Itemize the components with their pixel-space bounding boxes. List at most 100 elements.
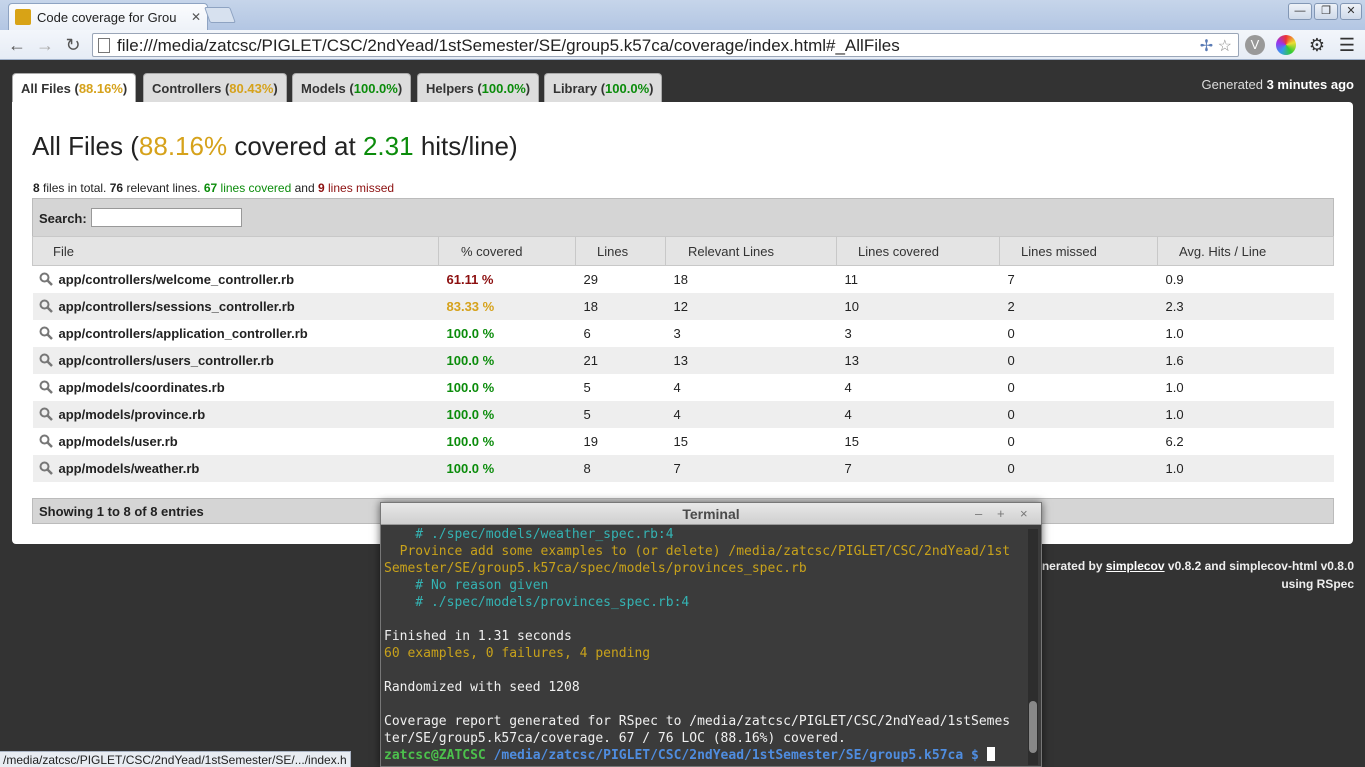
terminal-prompt[interactable]: zatcsc@ZATCSC /media/zatcsc/PIGLET/CSC/2… [384, 747, 1026, 764]
file-name-link[interactable]: app/models/coordinates.rb [32, 373, 439, 401]
new-tab-button[interactable] [204, 7, 236, 23]
prompt-user: zatcsc@ZATCSC [384, 748, 486, 763]
settings-gear-icon[interactable]: ⚙ [1306, 34, 1328, 56]
summary-and: and [294, 181, 315, 195]
col-file[interactable]: File [32, 236, 439, 266]
terminal-line: Finished in 1.31 seconds [384, 629, 572, 644]
table-row: app/controllers/welcome_controller.rb 61.… [32, 265, 1334, 293]
terminal-line: 60 examples, 0 failures, 4 pending [384, 646, 651, 661]
lines-missed-cell: 2 [999, 292, 1158, 320]
tab-pct: 100.0% [605, 81, 650, 96]
file-name-link[interactable]: app/models/weather.rb [32, 454, 439, 482]
terminal-output[interactable]: # ./spec/models/weather_spec.rb:4 Provin… [384, 526, 1026, 766]
file-name[interactable]: app/models/province.rb [59, 407, 206, 422]
lines-cell: 18 [575, 292, 666, 320]
tab-helpers[interactable]: Helpers (100.0%) [417, 73, 540, 102]
browser-tab-title: Code coverage for Grou [37, 9, 177, 25]
file-name-link[interactable]: app/controllers/users_controller.rb [32, 346, 439, 374]
close-icon[interactable]: × [1020, 506, 1028, 521]
maximize-icon[interactable]: + [997, 506, 1005, 521]
tab-library[interactable]: Library (100.0%) [544, 73, 663, 102]
terminal-window[interactable]: Terminal – + × # ./spec/models/weather_s… [380, 502, 1042, 767]
file-name[interactable]: app/models/weather.rb [59, 461, 200, 476]
file-table: File % covered Lines Relevant Lines Line… [32, 236, 1334, 482]
color-picker-icon[interactable] [1276, 35, 1296, 55]
terminal-titlebar[interactable]: Terminal – + × [381, 503, 1041, 525]
tab-pct: 80.43% [229, 81, 274, 96]
file-name[interactable]: app/controllers/users_controller.rb [59, 353, 274, 368]
tab-pct: 100.0% [481, 81, 526, 96]
scrollbar-thumb[interactable] [1029, 701, 1037, 753]
file-name-link[interactable]: app/controllers/welcome_controller.rb [32, 265, 439, 293]
tab-models[interactable]: Models (100.0%) [292, 73, 412, 102]
magnifier-icon[interactable] [39, 380, 53, 394]
pct-covered-cell: 100.0 % [438, 373, 576, 401]
terminal-line: Semester/SE/group5.k57ca/spec/models/pro… [384, 561, 807, 576]
magnifier-icon[interactable] [39, 326, 53, 340]
magnifier-icon[interactable] [39, 353, 53, 367]
simplecov-link[interactable]: simplecov [1106, 559, 1165, 573]
lines-covered-cell: 7 [836, 454, 1000, 482]
tab-controllers[interactable]: Controllers (80.43%) [143, 73, 287, 102]
close-tab-icon[interactable]: ✕ [191, 10, 201, 24]
terminal-line: Coverage report generated for RSpec to /… [384, 714, 1011, 729]
magnifier-icon[interactable] [39, 299, 53, 313]
forward-icon[interactable]: → [34, 34, 56, 56]
file-name[interactable]: app/models/user.rb [59, 434, 178, 449]
minimize-icon[interactable]: – [975, 506, 982, 521]
magnifier-icon[interactable] [39, 434, 53, 448]
lines-cell: 21 [575, 346, 666, 374]
file-name[interactable]: app/controllers/welcome_controller.rb [59, 272, 295, 287]
file-name[interactable]: app/controllers/sessions_controller.rb [59, 299, 295, 314]
back-icon[interactable]: ← [6, 34, 28, 56]
avg-hits-cell: 1.0 [1157, 373, 1334, 401]
file-name[interactable]: app/controllers/application_controller.r… [59, 326, 308, 341]
magnifier-icon[interactable] [39, 461, 53, 475]
menu-icon[interactable]: ☰ [1336, 34, 1358, 56]
terminal-scrollbar[interactable] [1028, 529, 1038, 765]
footer-line2: using RSpec [1281, 577, 1354, 591]
file-name-link[interactable]: app/models/user.rb [32, 427, 439, 455]
summary-covered-text: lines covered [220, 181, 292, 195]
pct-covered-cell: 100.0 % [438, 454, 576, 482]
close-window-icon[interactable]: ✕ [1340, 3, 1362, 20]
tab-label: Helpers [426, 81, 474, 96]
table-row: app/controllers/sessions_controller.rb 83… [32, 292, 1334, 320]
minimize-icon[interactable]: — [1288, 3, 1312, 20]
reload-icon[interactable]: ↻ [62, 34, 84, 56]
status-url-bubble: /media/zatcsc/PIGLET/CSC/2ndYead/1stSeme… [0, 751, 351, 767]
tab-all-files[interactable]: All Files (88.16%) [12, 73, 137, 104]
url-text[interactable]: file:///media/zatcsc/PIGLET/CSC/2ndYead/… [117, 36, 900, 56]
bookmark-star-icon[interactable]: ✢ ☆ [1200, 36, 1232, 56]
lines-covered-cell: 10 [836, 292, 1000, 320]
magnifier-icon[interactable] [39, 272, 53, 286]
col-lines[interactable]: Lines [575, 236, 666, 266]
browser-tab-active[interactable]: Code coverage for Grou ✕ [8, 3, 208, 30]
col-lines-missed[interactable]: Lines missed [999, 236, 1158, 266]
address-bar[interactable]: file:///media/zatcsc/PIGLET/CSC/2ndYead/… [92, 33, 1239, 57]
search-input[interactable] [91, 208, 242, 227]
title-hits: 2.31 [362, 131, 414, 161]
col-avg-hits[interactable]: Avg. Hits / Line [1157, 236, 1334, 266]
title-suffix: hits/line) [420, 131, 518, 161]
restore-icon[interactable]: ❐ [1314, 3, 1338, 20]
col-lines-covered[interactable]: Lines covered [836, 236, 1000, 266]
col-pct-covered[interactable]: % covered [438, 236, 576, 266]
col-relevant-lines[interactable]: Relevant Lines [665, 236, 837, 266]
cursor [986, 747, 995, 761]
file-name[interactable]: app/models/coordinates.rb [59, 380, 225, 395]
generated-time: 3 minutes ago [1266, 77, 1354, 92]
file-name-link[interactable]: app/controllers/application_controller.r… [32, 319, 439, 347]
lines-missed-cell: 0 [999, 454, 1158, 482]
file-name-link[interactable]: app/controllers/sessions_controller.rb [32, 292, 439, 320]
file-name-link[interactable]: app/models/province.rb [32, 400, 439, 428]
lines-covered-cell: 4 [836, 400, 1000, 428]
extension-v-icon[interactable]: V [1245, 35, 1265, 55]
avg-hits-cell: 1.0 [1157, 454, 1334, 482]
title-group: All Files [32, 131, 124, 161]
tab-label: All Files [21, 81, 71, 96]
lines-covered-cell: 4 [836, 373, 1000, 401]
magnifier-icon[interactable] [39, 407, 53, 421]
generated-timestamp: Generated 3 minutes ago [1202, 77, 1354, 92]
lines-covered-cell: 15 [836, 427, 1000, 455]
